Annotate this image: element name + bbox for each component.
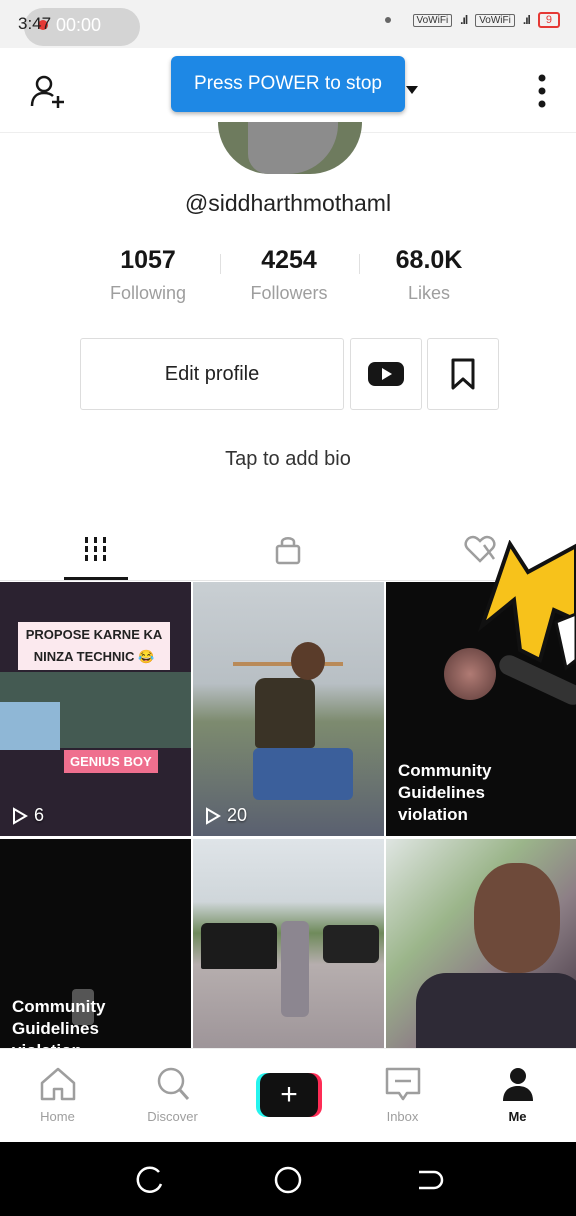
notification-dot-icon bbox=[384, 17, 391, 23]
nav-me[interactable]: Me bbox=[460, 1049, 575, 1143]
person-jeans bbox=[253, 748, 353, 800]
person-figure bbox=[281, 921, 309, 1017]
nav-discover[interactable]: Discover bbox=[115, 1049, 230, 1143]
create-video-button[interactable]: + bbox=[256, 1073, 322, 1117]
video-thumbnail[interactable] bbox=[386, 839, 576, 1048]
person-shirt bbox=[416, 973, 576, 1048]
nav-label: Inbox bbox=[386, 1109, 419, 1124]
video-caption: PROPOSE KARNE KA NINZA TECHNIC 😂 bbox=[18, 622, 170, 670]
stat-label: Likes bbox=[407, 283, 451, 303]
view-count-value: 6 bbox=[34, 805, 45, 825]
stat-label: Followers bbox=[250, 283, 328, 303]
youtube-icon bbox=[368, 362, 404, 386]
play-icon bbox=[206, 806, 221, 825]
avatar[interactable] bbox=[218, 122, 362, 174]
more-options-icon[interactable] bbox=[538, 74, 546, 108]
battery-indicator: 9 bbox=[537, 12, 560, 28]
auto-rickshaw bbox=[201, 923, 277, 969]
student-figure bbox=[0, 702, 60, 750]
nav-label: Home bbox=[40, 1109, 75, 1124]
back-icon[interactable] bbox=[410, 1162, 446, 1198]
avatar-photo bbox=[248, 122, 338, 174]
edit-profile-button[interactable]: Edit profile bbox=[80, 338, 344, 410]
arrow-annotation-icon bbox=[477, 540, 576, 671]
signal-icon: .ıl bbox=[522, 13, 531, 27]
stat-label: Following bbox=[109, 283, 187, 303]
recent-apps-icon[interactable] bbox=[132, 1162, 168, 1198]
network-label-1: VoWiFi bbox=[412, 13, 453, 27]
profile-handle: @siddharthmothaml bbox=[184, 190, 392, 216]
violation-notice: Community Guidelines violation bbox=[398, 761, 492, 824]
nav-home[interactable]: Home bbox=[0, 1049, 115, 1143]
stat-likes[interactable]: 68.0K Likes bbox=[359, 246, 499, 304]
inbox-icon bbox=[385, 1067, 421, 1101]
auto-rickshaw bbox=[323, 925, 379, 963]
add-bio-prompt[interactable]: Tap to add bio bbox=[0, 448, 576, 471]
home-icon bbox=[40, 1067, 76, 1101]
nav-label: Discover bbox=[147, 1109, 198, 1124]
view-count: 20 bbox=[205, 805, 247, 826]
status-time: 3:47 bbox=[18, 14, 52, 33]
video-thumbnail[interactable] bbox=[193, 839, 384, 1048]
nav-inbox[interactable]: Inbox bbox=[345, 1049, 460, 1143]
bottom-navigation: Home Discover + Inbox Me bbox=[0, 1048, 576, 1143]
bookmark-icon bbox=[451, 358, 475, 390]
grid-icon bbox=[85, 537, 106, 561]
video-tag: GENIUS BOY bbox=[64, 750, 158, 773]
nav-label: Me bbox=[508, 1109, 527, 1124]
video-thumbnail[interactable]: PROPOSE KARNE KA NINZA TECHNIC 😂 GENIUS … bbox=[0, 582, 191, 836]
status-icons: VoWiFi .ıl VoWiFi .ıl 9 bbox=[384, 12, 560, 28]
network-label-2: VoWiFi bbox=[475, 13, 515, 27]
home-button-icon[interactable] bbox=[270, 1162, 306, 1198]
person-icon bbox=[503, 1068, 533, 1101]
view-count-value: 20 bbox=[227, 805, 248, 825]
violation-notice: Community Guidelines violation bbox=[12, 997, 106, 1048]
status-bar: 3:47 00:00 VoWiFi .ıl VoWiFi .ıl 9 bbox=[0, 0, 576, 48]
view-count: 6 bbox=[12, 805, 44, 826]
stat-value: 4254 bbox=[261, 246, 317, 274]
person-face bbox=[474, 863, 560, 973]
stat-followers[interactable]: 4254 Followers bbox=[219, 246, 359, 304]
railing bbox=[233, 662, 343, 666]
video-thumbnail[interactable]: 20 bbox=[193, 582, 384, 836]
profile-header: siddharthmothaml Press POWER to stop bbox=[0, 48, 576, 133]
system-navigation-bar bbox=[0, 1142, 576, 1216]
video-thumbnail[interactable]: Community Guidelines violation bbox=[0, 839, 191, 1048]
chevron-down-icon[interactable] bbox=[406, 86, 418, 94]
tab-private[interactable] bbox=[192, 518, 384, 580]
play-icon bbox=[13, 806, 28, 825]
person-figure bbox=[255, 678, 315, 748]
recorder-toast: Press POWER to stop bbox=[171, 56, 405, 112]
signal-icon: .ıl bbox=[460, 13, 468, 27]
search-icon bbox=[157, 1067, 190, 1100]
stat-value: 1057 bbox=[120, 246, 176, 274]
stat-following[interactable]: 1057 Following bbox=[78, 246, 218, 304]
active-tab-indicator bbox=[64, 577, 128, 580]
add-user-icon[interactable] bbox=[28, 72, 68, 112]
person-head bbox=[291, 642, 325, 680]
youtube-link-button[interactable] bbox=[350, 338, 422, 410]
tab-videos[interactable] bbox=[0, 518, 192, 580]
favorites-button[interactable] bbox=[427, 338, 499, 410]
stat-value: 68.0K bbox=[395, 246, 463, 274]
plus-icon: + bbox=[260, 1073, 318, 1117]
recording-timer: 00:00 bbox=[56, 15, 102, 35]
lock-icon bbox=[275, 537, 301, 565]
